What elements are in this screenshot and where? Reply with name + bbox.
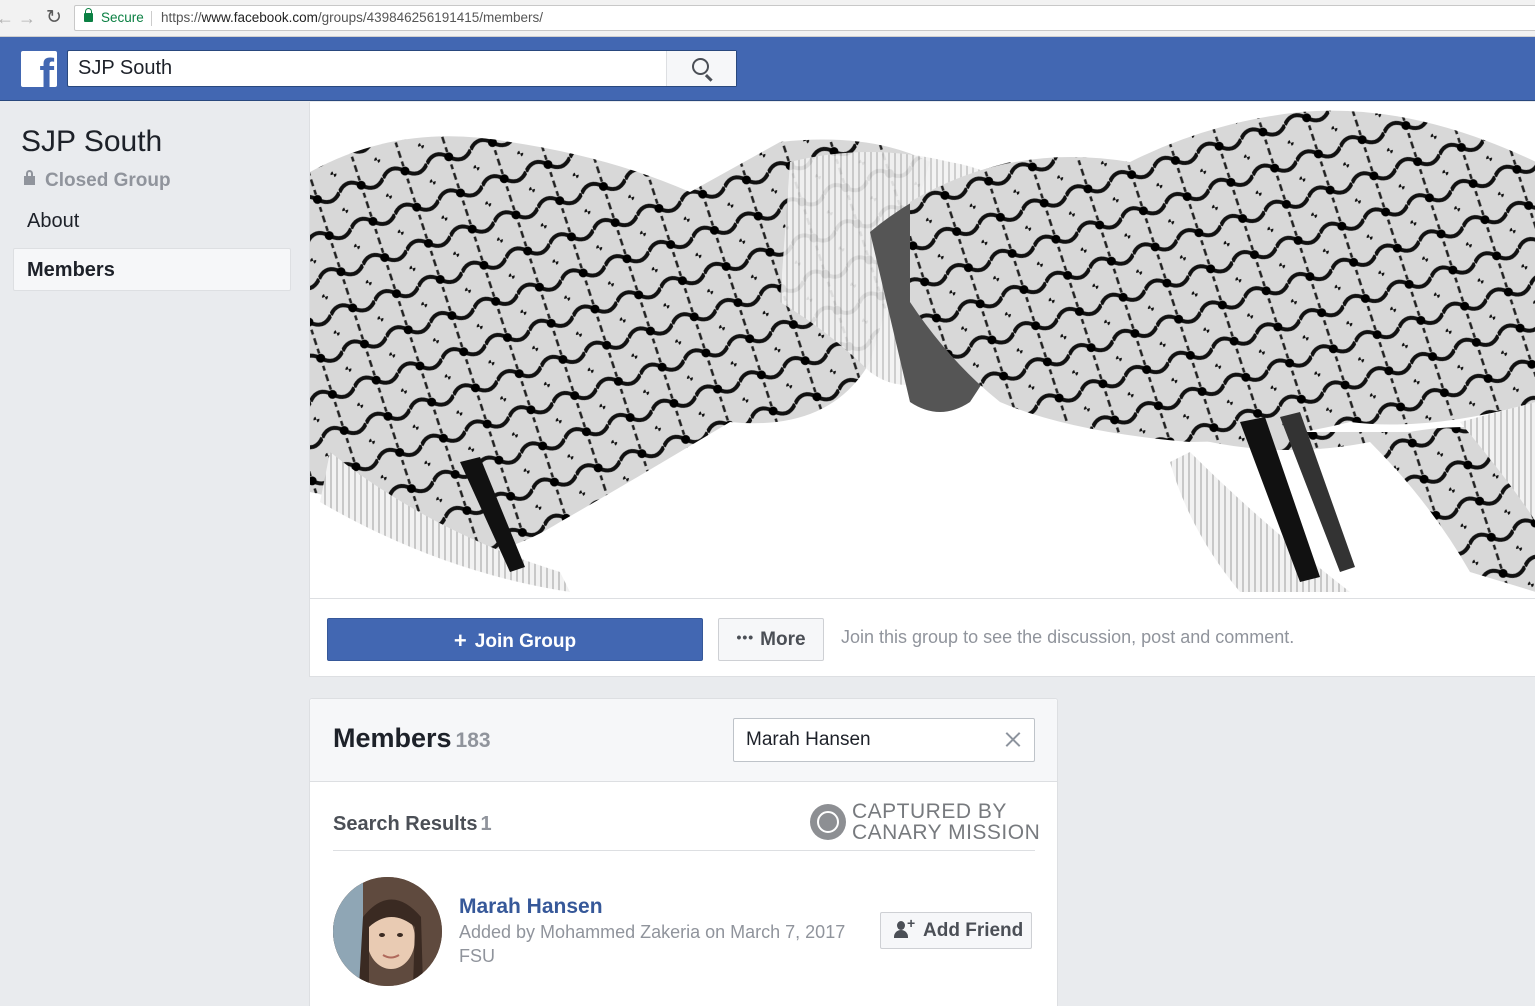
global-search-input[interactable] bbox=[68, 51, 668, 86]
facebook-logo-icon[interactable]: f bbox=[21, 51, 57, 87]
keffiyeh-cover-image bbox=[310, 110, 1535, 592]
address-separator bbox=[151, 11, 152, 26]
clear-icon[interactable] bbox=[1003, 729, 1023, 749]
watermark-line-2: CANARY MISSION bbox=[852, 821, 1041, 844]
search-button[interactable] bbox=[666, 51, 736, 86]
back-arrow-icon[interactable]: ← bbox=[0, 8, 14, 28]
cover-photo bbox=[309, 102, 1535, 598]
add-friend-icon: + bbox=[894, 916, 915, 939]
members-header: Members 183 bbox=[310, 699, 1057, 782]
search-icon bbox=[692, 58, 709, 75]
add-friend-button[interactable]: + Add Friend bbox=[880, 912, 1032, 949]
reload-icon[interactable]: ↻ bbox=[46, 8, 62, 28]
group-name[interactable]: SJP South bbox=[21, 125, 162, 159]
sidebar-item-about[interactable]: About bbox=[27, 210, 79, 233]
add-friend-label: Add Friend bbox=[923, 920, 1024, 941]
facebook-header: f bbox=[0, 37, 1535, 101]
global-search bbox=[67, 50, 737, 87]
more-button[interactable]: ••• More bbox=[718, 618, 824, 661]
more-dots-icon: ••• bbox=[736, 629, 755, 645]
member-school: FSU bbox=[459, 946, 495, 966]
results-divider bbox=[333, 850, 1035, 851]
url-prefix: https:// bbox=[161, 10, 202, 25]
sidebar-item-members[interactable]: Members bbox=[13, 248, 291, 291]
members-count: 183 bbox=[455, 729, 491, 752]
url-path: /groups/439846256191415/members/ bbox=[317, 10, 544, 25]
plus-icon: + bbox=[453, 628, 467, 653]
members-title: Members 183 bbox=[333, 723, 491, 754]
join-group-label: Join Group bbox=[474, 631, 577, 652]
more-label: More bbox=[760, 629, 806, 650]
search-results-label: Search Results bbox=[333, 813, 478, 835]
group-action-bar: + Join Group ••• More Join this group to s… bbox=[309, 598, 1535, 677]
browser-toolbar: ← → ↻ Secure https://www.facebook.com/gr… bbox=[0, 0, 1535, 37]
group-privacy: Closed Group bbox=[24, 170, 171, 192]
url-text[interactable]: https://www.facebook.com/groups/43984625… bbox=[161, 6, 543, 30]
canary-mission-badge-icon bbox=[810, 804, 846, 840]
join-group-button[interactable]: + Join Group bbox=[327, 618, 703, 661]
member-search bbox=[733, 718, 1035, 762]
member-added-by: Added by Mohammed Zakeria on March 7, 20… bbox=[459, 922, 846, 942]
forward-arrow-icon[interactable]: → bbox=[18, 8, 36, 28]
search-results-heading: Search Results 1 bbox=[333, 813, 492, 836]
member-name-link[interactable]: Marah Hansen bbox=[459, 895, 603, 919]
avatar[interactable] bbox=[333, 877, 442, 986]
lock-icon bbox=[84, 8, 93, 22]
members-card: Members183 Search Results1 CAPTURED BY C… bbox=[309, 698, 1058, 1006]
address-bar[interactable]: Secure https://www.facebook.com/groups/4… bbox=[74, 5, 1535, 31]
search-results-count: 1 bbox=[480, 813, 492, 835]
member-search-input[interactable] bbox=[734, 719, 994, 761]
join-hint-text: Join this group to see the discussion, p… bbox=[841, 627, 1295, 647]
url-host: www.facebook.com bbox=[201, 10, 318, 25]
lock-icon bbox=[24, 170, 35, 185]
members-title-label: Members bbox=[333, 723, 452, 753]
group-privacy-label: Closed Group bbox=[45, 170, 171, 191]
secure-label: Secure bbox=[101, 10, 144, 25]
